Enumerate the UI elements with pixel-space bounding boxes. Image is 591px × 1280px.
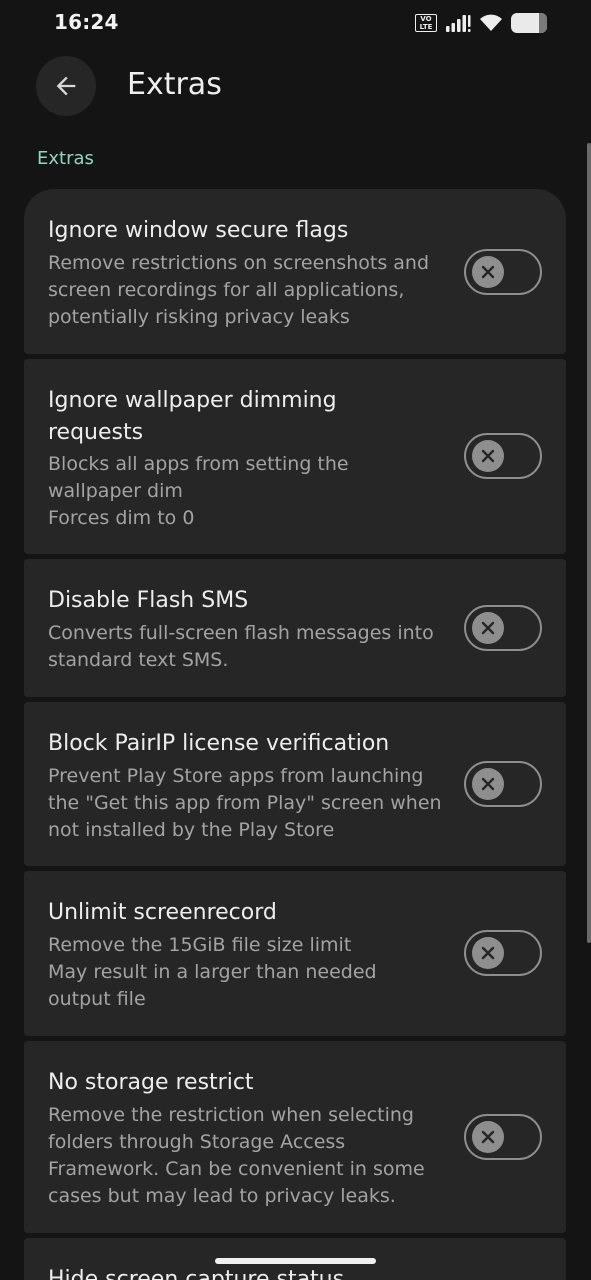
close-icon: [481, 449, 495, 463]
toggle-knob: [472, 440, 504, 472]
close-icon: [481, 777, 495, 791]
setting-title: Ignore window secure flags: [48, 218, 349, 243]
setting-no-storage-restrict[interactable]: No storage restrict Remove the restricti…: [24, 1041, 566, 1233]
top-app-bar: Extras: [0, 56, 591, 118]
toggle-switch[interactable]: [464, 930, 542, 976]
volte-top-label: VO: [420, 15, 432, 23]
setting-ignore-secure-flags[interactable]: Ignore window secure flags Remove restri…: [24, 189, 566, 354]
page-title: Extras: [127, 67, 222, 102]
setting-unlimit-screenrecord[interactable]: Unlimit screenrecord Remove the 15GiB fi…: [24, 871, 566, 1036]
setting-title: Unlimit screenrecord: [48, 900, 277, 925]
wifi-icon: [480, 14, 502, 31]
status-bar: 16:24 VO LTE: [0, 0, 591, 46]
back-button[interactable]: [36, 56, 96, 116]
setting-title: Ignore wallpaper dimming requests: [48, 388, 337, 445]
status-icons: VO LTE: [415, 12, 547, 34]
volte-bottom-label: LTE: [419, 23, 433, 31]
scrollbar[interactable]: [587, 143, 591, 943]
setting-description: Blocks all apps from setting the wallpap…: [48, 453, 349, 529]
setting-description: Remove the 15GiB file size limit May res…: [48, 934, 377, 1010]
toggle-switch[interactable]: [464, 761, 542, 807]
signal-icon: [446, 15, 471, 32]
section-header: Extras: [37, 148, 94, 169]
toggle-knob: [472, 1121, 504, 1153]
toggle-switch[interactable]: [464, 605, 542, 651]
toggle-switch[interactable]: [464, 1114, 542, 1160]
setting-disable-flash-sms[interactable]: Disable Flash SMS Converts full-screen f…: [24, 559, 566, 697]
toggle-knob: [472, 937, 504, 969]
close-icon: [481, 1130, 495, 1144]
setting-description: Remove the restriction when selecting fo…: [48, 1104, 425, 1207]
toggle-switch[interactable]: [464, 433, 542, 479]
setting-title: No storage restrict: [48, 1070, 254, 1095]
setting-block-pairip[interactable]: Block PairIP license verification Preven…: [24, 702, 566, 866]
setting-title: Block PairIP license verification: [48, 731, 390, 756]
volte-icon: VO LTE: [415, 14, 437, 32]
toggle-knob: [472, 256, 504, 288]
close-icon: [481, 265, 495, 279]
home-indicator[interactable]: [215, 1258, 376, 1264]
arrow-back-icon: [56, 76, 76, 96]
setting-title: Disable Flash SMS: [48, 588, 249, 613]
close-icon: [481, 621, 495, 635]
toggle-knob: [472, 612, 504, 644]
battery-icon: [511, 13, 547, 33]
setting-ignore-wallpaper-dimming[interactable]: Ignore wallpaper dimming requests Blocks…: [24, 359, 566, 554]
status-time: 16:24: [54, 10, 119, 34]
screen: 16:24 VO LTE Extras Extras Ignore window…: [0, 0, 591, 1280]
setting-title: Hide screen capture status: [48, 1267, 345, 1280]
toggle-switch[interactable]: [464, 249, 542, 295]
setting-description: Converts full-screen flash messages into…: [48, 622, 434, 671]
close-icon: [481, 946, 495, 960]
setting-description: Prevent Play Store apps from launching t…: [48, 765, 442, 841]
toggle-knob: [472, 768, 504, 800]
setting-description: Remove restrictions on screenshots and s…: [48, 252, 430, 328]
